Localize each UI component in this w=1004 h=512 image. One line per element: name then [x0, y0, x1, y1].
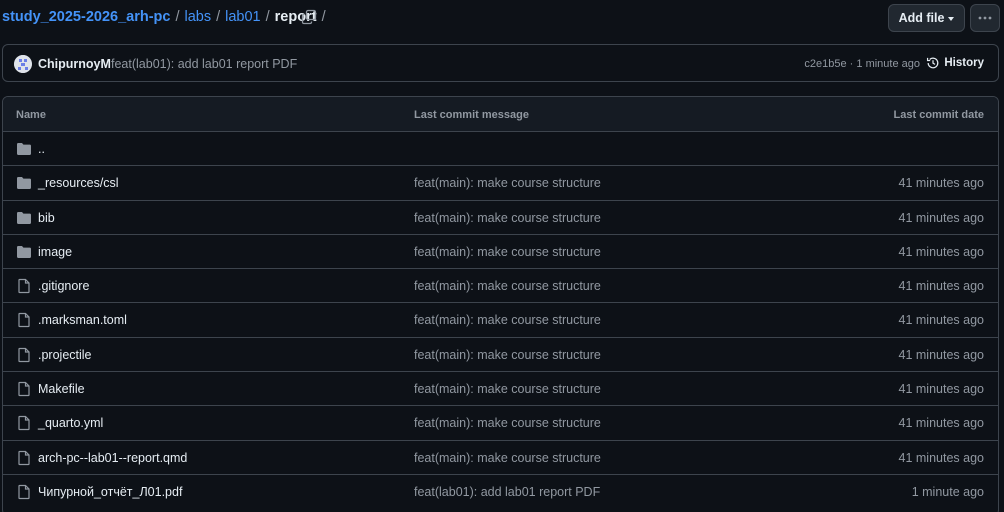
- file-table-header: Name Last commit message Last commit dat…: [3, 97, 998, 132]
- file-icon: [16, 278, 32, 294]
- table-row[interactable]: image feat(main): make course structure 41…: [3, 235, 998, 270]
- breadcrumb-lab01-link[interactable]: lab01: [225, 9, 260, 25]
- row-commit-message-link[interactable]: feat(lab01): add lab01 report PDF: [414, 485, 600, 499]
- row-commit-date: 41 minutes ago: [898, 450, 984, 465]
- table-row[interactable]: .gitignore feat(main): make course struct…: [3, 269, 998, 304]
- commit-hash-link[interactable]: c2e1b5e: [804, 58, 846, 70]
- file-table-body: .. _resources/csl feat(main): make course …: [3, 132, 998, 509]
- row-commit-date: 1 minute ago: [911, 484, 984, 499]
- folder-icon: [16, 210, 32, 226]
- folder-name-link[interactable]: bib: [38, 211, 55, 225]
- file-icon: [16, 450, 32, 466]
- table-row[interactable]: _quarto.yml feat(main): make course struc…: [3, 406, 998, 441]
- breadcrumb-separator: /: [216, 9, 221, 25]
- breadcrumb-repo-link[interactable]: study_2025-2026_arh-pc: [2, 9, 170, 25]
- row-commit-date: 41 minutes ago: [898, 382, 984, 397]
- table-row[interactable]: Makefile feat(main): make course structur…: [3, 372, 998, 407]
- row-commit-message-link[interactable]: feat(main): make course structure: [414, 382, 601, 396]
- latest-commit-bar: ChipurnoyM feat(lab01): add lab01 report…: [2, 44, 999, 82]
- folder-name-link[interactable]: ..: [38, 142, 45, 156]
- file-icon: [16, 312, 32, 328]
- table-row[interactable]: Чипурной_отчёт_Л01.pdf feat(lab01): add l…: [3, 475, 998, 509]
- commit-meta: c2e1b5e · 1 minute ago: [804, 58, 920, 70]
- row-commit-date: 41 minutes ago: [898, 279, 984, 294]
- history-label: History: [944, 57, 984, 69]
- table-row[interactable]: .marksman.toml feat(main): make course st…: [3, 303, 998, 338]
- kebab-horizontal-icon: [978, 16, 992, 20]
- history-button[interactable]: History: [926, 56, 984, 70]
- add-file-button[interactable]: Add file: [888, 4, 965, 32]
- table-row[interactable]: ..: [3, 132, 998, 167]
- column-header-date: Last commit date: [893, 109, 984, 121]
- file-icon: [16, 484, 32, 500]
- add-file-label: Add file: [898, 11, 945, 25]
- folder-icon: [16, 141, 32, 157]
- table-row[interactable]: _resources/csl feat(main): make course st…: [3, 166, 998, 201]
- folder-icon: [16, 175, 32, 191]
- folder-name-link[interactable]: image: [38, 245, 72, 259]
- row-commit-message-link[interactable]: feat(main): make course structure: [414, 211, 601, 225]
- row-commit-message-link[interactable]: feat(main): make course structure: [414, 313, 601, 327]
- commit-meta-dot: ·: [849, 58, 854, 70]
- row-commit-message-link[interactable]: feat(main): make course structure: [414, 416, 601, 430]
- column-header-message: Last commit message: [414, 109, 529, 121]
- file-icon: [16, 415, 32, 431]
- copy-icon: [301, 9, 317, 25]
- row-commit-date: 41 minutes ago: [898, 313, 984, 328]
- file-table: Name Last commit message Last commit dat…: [2, 96, 999, 512]
- file-name-link[interactable]: .projectile: [38, 348, 92, 362]
- row-commit-date: 41 minutes ago: [898, 416, 984, 431]
- more-options-button[interactable]: [970, 4, 1000, 32]
- file-name-link[interactable]: arch-pc--lab01--report.qmd: [38, 451, 187, 465]
- file-name-link[interactable]: Makefile: [38, 382, 85, 396]
- table-row[interactable]: arch-pc--lab01--report.qmd feat(main): ma…: [3, 441, 998, 475]
- row-commit-message-link[interactable]: feat(main): make course structure: [414, 451, 601, 465]
- history-icon: [927, 57, 939, 69]
- row-commit-message-link[interactable]: feat(main): make course structure: [414, 176, 601, 190]
- row-commit-date: 41 minutes ago: [898, 244, 984, 259]
- breadcrumb: study_2025-2026_arh-pc / labs / lab01 / …: [2, 9, 331, 25]
- file-name-link[interactable]: .marksman.toml: [38, 313, 127, 327]
- row-commit-date: 41 minutes ago: [898, 176, 984, 191]
- row-commit-message-link[interactable]: feat(main): make course structure: [414, 245, 601, 259]
- folder-name-link[interactable]: _resources/csl: [38, 176, 119, 190]
- row-commit-date: 41 minutes ago: [898, 347, 984, 362]
- commit-author-link[interactable]: ChipurnoyM: [38, 57, 111, 71]
- file-name-link[interactable]: _quarto.yml: [38, 416, 103, 430]
- caret-down-icon: [948, 17, 955, 21]
- file-icon: [16, 381, 32, 397]
- avatar-identicon: [14, 55, 32, 73]
- column-header-name: Name: [16, 109, 46, 121]
- folder-icon: [16, 244, 32, 260]
- table-row[interactable]: .projectile feat(main): make course struc…: [3, 338, 998, 373]
- avatar[interactable]: [14, 55, 32, 73]
- row-commit-message-link[interactable]: feat(main): make course structure: [414, 279, 601, 293]
- row-commit-message-link[interactable]: feat(main): make course structure: [414, 348, 601, 362]
- row-commit-date: 41 minutes ago: [898, 210, 984, 225]
- copy-path-button[interactable]: [301, 9, 319, 27]
- breadcrumb-labs-link[interactable]: labs: [185, 9, 212, 25]
- file-name-link[interactable]: .gitignore: [38, 279, 89, 293]
- commit-message-link[interactable]: feat(lab01): add lab01 report PDF: [111, 57, 297, 71]
- breadcrumb-separator: /: [175, 9, 180, 25]
- breadcrumb-separator: /: [265, 9, 270, 25]
- repo-header: study_2025-2026_arh-pc / labs / lab01 / …: [0, 0, 1004, 36]
- file-name-link[interactable]: Чипурной_отчёт_Л01.pdf: [38, 485, 182, 499]
- commit-time: 1 minute ago: [856, 58, 920, 70]
- file-icon: [16, 347, 32, 363]
- table-row[interactable]: bib feat(main): make course structure 41 m…: [3, 201, 998, 235]
